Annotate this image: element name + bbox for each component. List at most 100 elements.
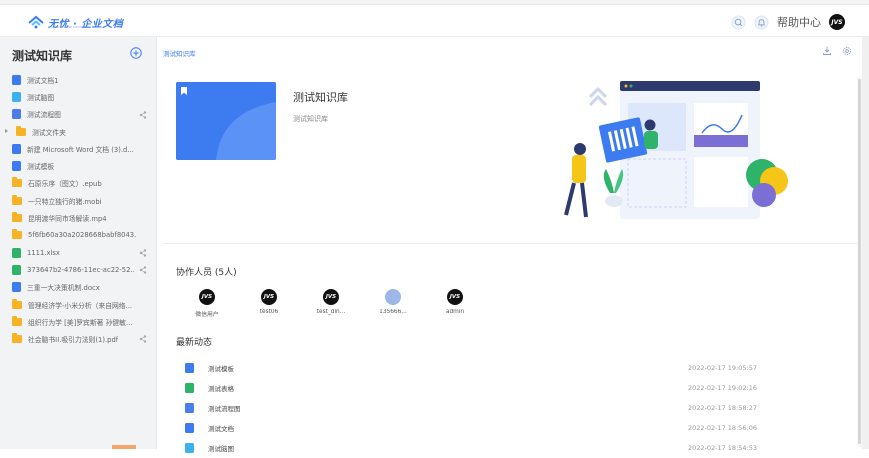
share-icon[interactable]: [139, 110, 147, 119]
collaborator-avatar: [385, 289, 401, 305]
sidebar-title: 测试知识库: [12, 49, 73, 63]
help-center-link[interactable]: 帮助中心: [777, 14, 821, 30]
activity-row[interactable]: 测试模板 2022-02-17 19:05:57: [185, 358, 857, 378]
sidebar-item-label: 5f6fb60a30a2028668babf8043...: [28, 231, 136, 240]
activity-row[interactable]: 测试文档 2022-02-17 18:56:06: [185, 418, 857, 438]
activity-time: 2022-02-17 18:56:06: [687, 424, 757, 432]
activity-file-icon: [185, 423, 194, 433]
cover-shape: [176, 82, 276, 160]
activity-time: 2022-02-17 19:05:57: [687, 364, 757, 372]
activity-file-icon: [185, 403, 194, 413]
brand-subtitle: JVS ENTERPRISE DOCS: [48, 25, 82, 29]
folder-icon: [12, 229, 22, 240]
sidebar-item[interactable]: 1111.xlsx: [0, 244, 157, 261]
activity-name: 测试流程图: [208, 405, 241, 413]
activity-file-icon: [185, 363, 194, 373]
activity-row[interactable]: 测试表格 2022-02-17 19:02:16: [185, 378, 857, 398]
activity-time: 2022-02-17 18:58:27: [687, 404, 757, 412]
activity-file-icon: [185, 383, 194, 393]
main-panel: 测试知识库 测试知识库 测试知识库 协作人员 (5人) JVS 微信用户 JVS…: [157, 37, 862, 453]
folder-icon: [12, 333, 22, 344]
activity-row[interactable]: 测试脑图 2022-02-17 18:54:53: [185, 438, 857, 458]
collaborator-name: admin: [445, 309, 465, 315]
folder-icon: [16, 125, 26, 136]
knowledge-base-description: 测试知识库: [293, 115, 328, 123]
header-actions: 帮助中心 JVS: [731, 14, 845, 30]
sidebar-item-label: 昆明渡华同市场解读.mp4: [28, 215, 107, 224]
activity-list: 测试模板 2022-02-17 19:05:57 测试表格 2022-02-17 19…: [185, 358, 857, 458]
activity-title: 最新动态: [176, 338, 213, 348]
sidebar-bottom-tab[interactable]: [112, 445, 136, 449]
share-icon[interactable]: [139, 266, 147, 274]
collaborator[interactable]: JVS 微信用户: [187, 289, 249, 318]
bell-icon[interactable]: [754, 15, 769, 30]
download-icon[interactable]: [822, 46, 832, 56]
knowledge-base-title: 测试知识库: [293, 91, 348, 104]
collaborator-name: test06: [259, 309, 279, 315]
search-icon[interactable]: [731, 15, 746, 30]
sidebar-item-label: 测试脑图: [27, 93, 55, 102]
sidebar-item[interactable]: 一只特立独行的猪.mobi: [0, 192, 157, 209]
toolbar: [822, 46, 852, 56]
sheet-file-icon: [12, 264, 21, 275]
scrollbar-thumb[interactable]: [858, 79, 861, 444]
activity-row[interactable]: 测试流程图 2022-02-17 18:58:27: [185, 398, 857, 418]
doc-file-icon: [12, 282, 21, 293]
folder-icon: [12, 212, 22, 223]
sidebar-item-label: 新建 Microsoft Word 文档 (3).d...: [27, 145, 134, 154]
settings-icon[interactable]: [842, 46, 852, 56]
sidebar-item-label: 测试模板: [27, 163, 55, 172]
flowchart-file-icon: [12, 109, 21, 120]
sidebar-item-label: 石原乐序（图文）.epub: [28, 180, 102, 189]
activity-file-icon: [185, 443, 194, 453]
doc-file-icon: [12, 143, 21, 154]
collaborator-name: 135666...: [379, 309, 407, 315]
sidebar-item[interactable]: 测试文件夹: [0, 123, 157, 140]
add-icon[interactable]: [130, 47, 142, 59]
sidebar-item[interactable]: 测试脑图: [0, 88, 157, 105]
folder-icon: [12, 298, 22, 309]
collaborator[interactable]: 135666...: [373, 289, 435, 318]
sidebar-item[interactable]: 石原乐序（图文）.epub: [0, 175, 157, 192]
folder-icon: [12, 194, 22, 205]
doc-file-icon: [12, 161, 21, 172]
sidebar-item[interactable]: 管理经济学-小米分析（来自网络...: [0, 296, 157, 313]
activity-name: 测试脑图: [208, 445, 234, 453]
sidebar-item[interactable]: 测试模板: [0, 157, 157, 174]
share-icon[interactable]: [139, 335, 147, 344]
collaborators-list: JVS 微信用户 JVS test06 JVS test_din... 135666... J…: [187, 289, 497, 318]
user-avatar[interactable]: JVS: [829, 14, 845, 30]
collaborator-avatar: JVS: [261, 289, 277, 305]
collaborator[interactable]: JVS test06: [249, 289, 311, 318]
doc-file-icon: [12, 74, 21, 85]
top-header: 无忧 · 企业文档 JVS ENTERPRISE DOCS 帮助中心 JVS: [0, 5, 869, 37]
mindmap-file-icon: [12, 91, 21, 102]
sidebar-item[interactable]: 新建 Microsoft Word 文档 (3).d...: [0, 140, 157, 157]
sidebar-item-label: 1111.xlsx: [27, 248, 60, 257]
folder-icon: [12, 315, 22, 326]
sidebar-item[interactable]: 组织行为学 [美]罗宾斯著 孙健敏...: [0, 313, 157, 330]
sidebar-item-label: 三重一大决策机制.docx: [27, 284, 100, 293]
sidebar-item[interactable]: 社会脑书II.吸引力法则(1).pdf: [0, 330, 157, 347]
sheet-file-icon: [12, 247, 21, 258]
activity-name: 测试表格: [208, 385, 234, 393]
collaborator-avatar: JVS: [199, 289, 215, 305]
sidebar-item[interactable]: 373647b2-4786-11ec-ac22-52...: [0, 261, 157, 278]
sidebar-item-label: 社会脑书II.吸引力法则(1).pdf: [28, 336, 119, 345]
collaborator[interactable]: JVS admin: [435, 289, 497, 318]
sidebar-item-label: 测试文档1: [27, 76, 59, 85]
share-icon[interactable]: [139, 249, 147, 257]
activity-name: 测试文档: [208, 425, 234, 433]
sidebar-item[interactable]: 昆明渡华同市场解读.mp4: [0, 209, 157, 226]
sidebar-item[interactable]: 测试文档1: [0, 71, 157, 88]
caret-right-icon[interactable]: [5, 128, 8, 133]
section-divider: [163, 243, 862, 244]
sidebar-item[interactable]: 5f6fb60a30a2028668babf8043...: [0, 227, 157, 244]
collaborator-name: test_din...: [316, 309, 346, 315]
logo-icon: [28, 15, 44, 29]
sidebar-item[interactable]: 三重一大决策机制.docx: [0, 279, 157, 296]
collaborator[interactable]: JVS test_din...: [311, 289, 373, 318]
collaborator-avatar: JVS: [323, 289, 339, 305]
sidebar-item[interactable]: 测试流程图: [0, 106, 157, 123]
breadcrumb[interactable]: 测试知识库: [163, 48, 196, 58]
